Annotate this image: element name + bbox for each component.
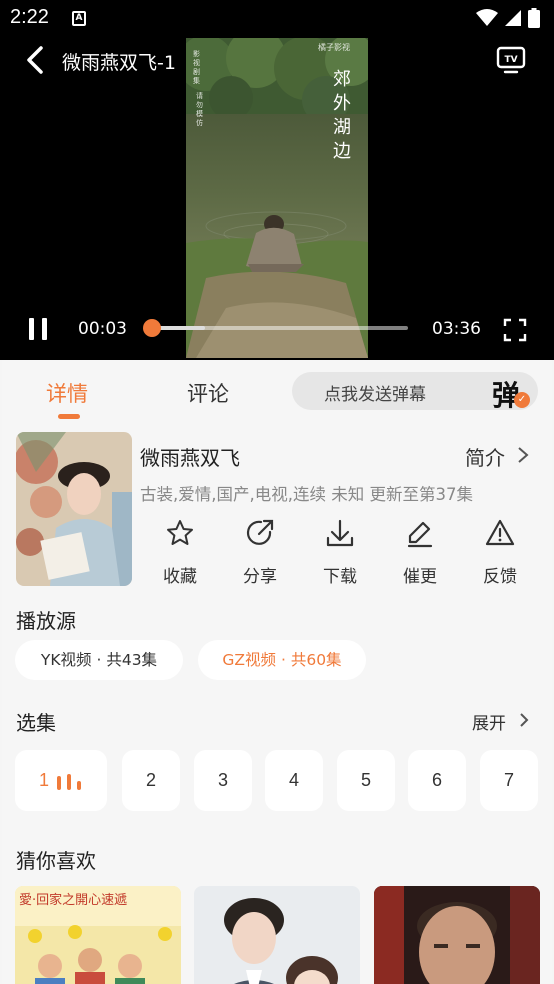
show-title: 微雨燕双飞 [140,446,240,470]
episode-6[interactable]: 6 [408,750,466,811]
pencil-icon [407,521,433,548]
danmaku-input[interactable]: 点我发送弹幕 弹 ✓ [292,372,538,412]
danmaku-icon[interactable]: 弹 ✓ [492,374,532,412]
urge-update-button[interactable]: 催更 [390,518,450,587]
pause-icon[interactable] [26,316,50,342]
tab-detail[interactable]: 详情 [46,378,88,408]
details-panel: 详情 评论 点我发送弹幕 弹 ✓ 微雨燕双飞 简介 古装,爱情,国产,电视,连续… [2,360,552,984]
signal-icon [505,10,521,26]
episode-1[interactable]: 1 [15,750,107,811]
fullscreen-icon[interactable] [503,318,527,342]
video-side-caption: 影视剧集 [193,50,200,85]
source-yk[interactable]: YK视频 · 共43集 [15,640,183,680]
video-subtitle: 郊外湖边 [333,69,351,162]
episodes-section-title: 选集 [16,711,56,735]
progress-thumb[interactable] [142,319,161,337]
video-logo: 橘子影视 [318,43,350,52]
share-icon [246,519,274,545]
status-bar: 2:22 A [0,0,554,36]
recommend-item-1[interactable]: 愛·回家之開心速遞 [15,886,181,984]
share-button[interactable]: 分享 [230,518,290,587]
notification-icon: A [72,11,86,26]
episode-3[interactable]: 3 [194,750,252,811]
show-meta: 古装,爱情,国产,电视,连续 未知 更新至第37集 [140,485,473,504]
download-button[interactable]: 下载 [310,518,370,587]
recommend-section-title: 猜你喜欢 [16,849,96,873]
action-bar: 收藏 分享 下载 催更 反馈 [148,518,540,588]
favorite-label: 收藏 [163,567,197,587]
video-side-caption-2: 请勿模仿 [196,92,203,127]
recommend-item-2[interactable] [194,886,360,984]
battery-icon [528,8,540,28]
playing-icon [57,774,81,790]
total-time: 03:36 [432,319,481,339]
wifi-icon [476,9,498,26]
source-section-title: 播放源 [16,609,76,633]
warning-icon [485,519,515,546]
episode-2[interactable]: 2 [122,750,180,811]
episode-7[interactable]: 7 [480,750,538,811]
danmaku-placeholder: 点我发送弹幕 [324,385,426,405]
current-time: 00:03 [78,319,127,339]
back-icon[interactable] [22,44,50,76]
check-icon: ✓ [514,392,530,408]
episode-4[interactable]: 4 [265,750,323,811]
favorite-button[interactable]: 收藏 [150,518,210,587]
episode-number: 1 [39,770,50,790]
chevron-right-icon[interactable] [516,446,530,464]
progress-bar[interactable] [142,319,408,337]
download-icon [326,519,354,547]
show-poster[interactable] [16,432,132,586]
feedback-button[interactable]: 反馈 [470,518,530,587]
player-title: 微雨燕双飞-1 [62,52,176,74]
intro-link[interactable]: 简介 [465,442,505,471]
video-player[interactable]: 橘子影视 影视剧集 请勿模仿 郊外湖边 2:22 A 微雨燕双飞-1 TV 00… [0,0,554,360]
tab-indicator [58,414,80,419]
urge-update-label: 催更 [403,567,437,587]
status-time: 2:22 [10,6,49,28]
source-gz[interactable]: GZ视频 · 共60集 [198,640,366,680]
feedback-label: 反馈 [483,567,517,587]
recommend-item-3[interactable] [374,886,540,984]
expand-link[interactable]: 展开 [472,709,506,734]
star-icon [167,520,193,545]
svg-text:TV: TV [504,55,517,65]
tab-comment[interactable]: 评论 [187,378,229,408]
chevron-right-icon[interactable] [518,712,530,728]
download-label: 下载 [323,567,357,587]
episode-5[interactable]: 5 [337,750,395,811]
recommend-poster-text: 愛·回家之開心速遞 [19,892,127,908]
share-label: 分享 [243,567,277,587]
cast-tv-icon[interactable]: TV [496,46,526,74]
